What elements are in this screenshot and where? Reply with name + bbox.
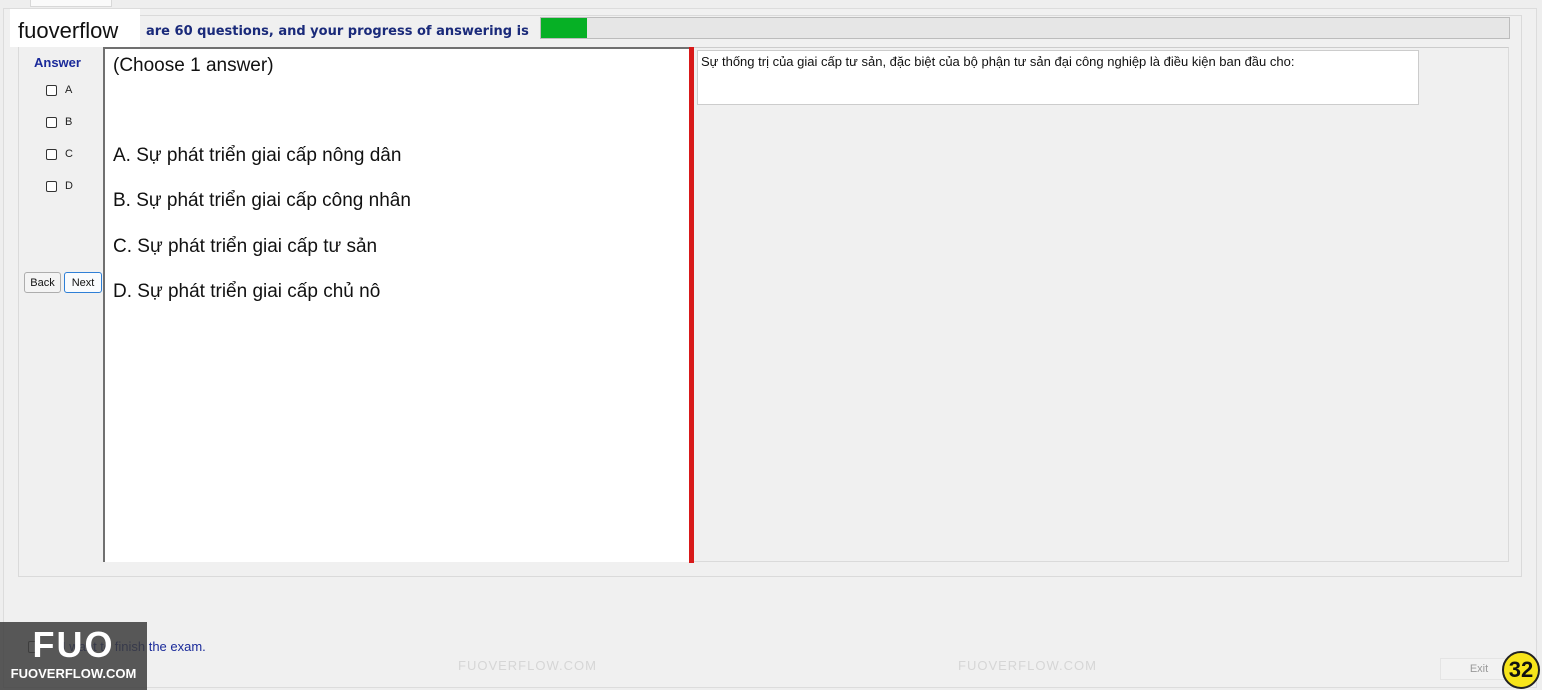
question-instruction: (Choose 1 answer) [113, 55, 274, 76]
answer-progress-bar [540, 17, 1510, 39]
answer-option-b[interactable]: B [46, 116, 72, 128]
page-number-badge: 32 [1502, 651, 1540, 689]
answer-option-label: C [65, 148, 73, 160]
question-option-b: B. Sự phát triển giai cấp công nhân [113, 190, 411, 211]
answer-title: Answer [34, 55, 81, 70]
progress-info-text: are 60 questions, and your progress of a… [146, 24, 529, 39]
watermark: FUOVERFLOW.COM [458, 658, 597, 673]
brand-label: fuoverflow [10, 9, 140, 47]
progress-fill [541, 18, 588, 38]
watermark: FUOVERFLOW.COM [958, 658, 1097, 673]
tab-stub [30, 0, 112, 7]
back-button[interactable]: Back [24, 272, 61, 293]
next-button[interactable]: Next [64, 272, 102, 293]
question-option-a: A. Sự phát triển giai cấp nông dân [113, 145, 402, 166]
question-text-pane [694, 47, 1509, 562]
logo-text: FUO [32, 624, 115, 665]
logo-subtext: FUOVERFLOW.COM [10, 666, 137, 681]
answer-option-d[interactable]: D [46, 180, 73, 192]
answer-checkbox[interactable] [46, 180, 57, 192]
answer-checkbox[interactable] [46, 84, 57, 96]
answer-option-label: D [65, 180, 73, 192]
question-options-pane [103, 47, 690, 562]
question-option-c: C. Sự phát triển giai cấp tư sản [113, 236, 378, 257]
answer-checkbox[interactable] [46, 116, 57, 128]
answer-option-label: B [65, 116, 73, 128]
answer-option-c[interactable]: C [46, 148, 73, 160]
answer-option-a[interactable]: A [46, 84, 72, 96]
answer-option-label: A [65, 84, 73, 96]
question-text: Sự thống trị của giai cấp tư sản, đặc bi… [697, 50, 1419, 105]
fuoverflow-logo: FUO FUOVERFLOW.COM [0, 622, 147, 690]
question-option-d: D. Sự phát triển giai cấp chủ nô [113, 281, 381, 302]
answer-checkbox[interactable] [46, 148, 57, 160]
